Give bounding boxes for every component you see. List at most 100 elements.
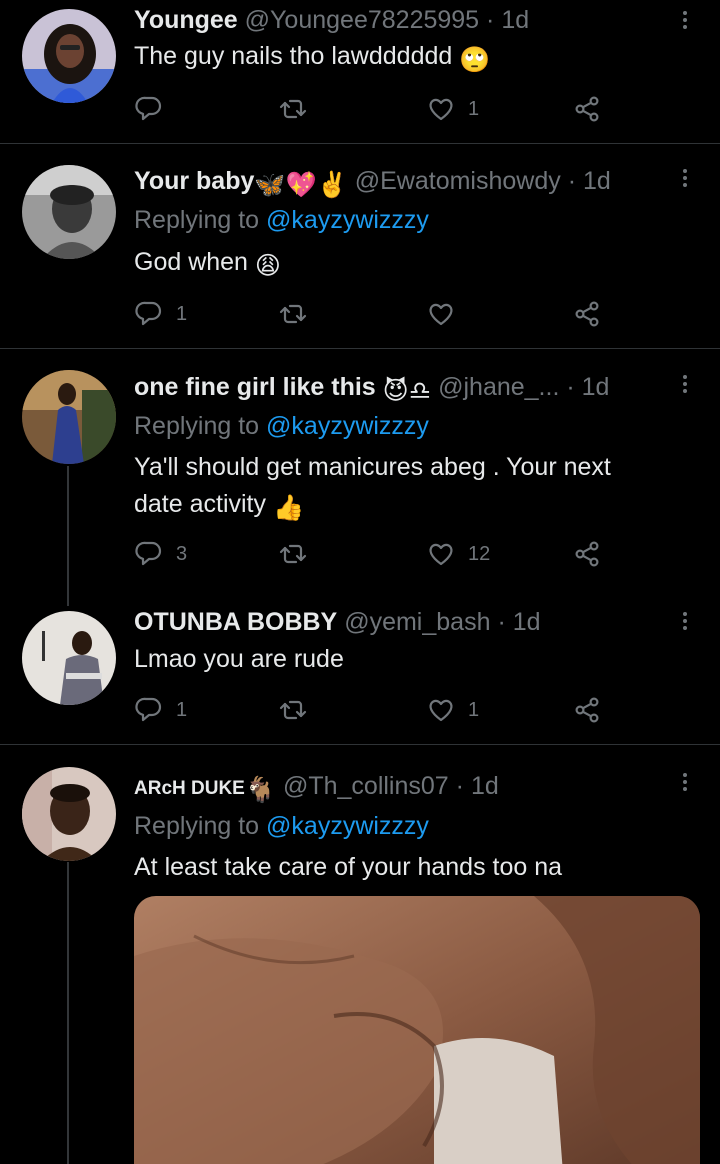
retweet-icon (279, 304, 307, 324)
reply-button[interactable]: 3 (134, 537, 187, 571)
avatar[interactable] (22, 611, 116, 705)
tweet-text: At least take care of your hands too na (134, 853, 563, 881)
thumbs-up-emoji: 👍 (272, 494, 305, 522)
like-icon (429, 543, 453, 566)
like-button[interactable]: 1 (426, 92, 479, 126)
handle[interactable]: @Th_collins07 (283, 772, 449, 800)
display-name[interactable]: Youngee (134, 6, 238, 34)
display-name[interactable]: one fine girl like this (134, 373, 376, 401)
thread-line (67, 862, 69, 1164)
replying-to-label: Replying to (134, 812, 260, 840)
like-count: 1 (468, 698, 480, 721)
like-icon (429, 303, 453, 326)
reply-icon (135, 301, 162, 326)
more-icon[interactable] (680, 770, 690, 796)
tweet-body: The guy nails tho lawdddddd 🙄 (134, 38, 680, 79)
replying-to-label: Replying to (134, 206, 260, 234)
like-icon (429, 699, 453, 722)
name-emojis: 😈♎ (382, 377, 432, 405)
tweet-actions: 1 (134, 92, 614, 126)
handle[interactable]: @Youngee78225995 (245, 6, 479, 34)
handle[interactable]: @yemi_bash (344, 608, 490, 636)
share-button[interactable] (572, 297, 602, 331)
separator: · (455, 772, 464, 800)
tweet-header: ARcH DUKE🐐 @Th_collins07 · 1d (134, 770, 660, 806)
separator: · (566, 373, 575, 401)
avatar[interactable] (22, 9, 116, 103)
mention-link[interactable]: @kayzywizzzy (266, 812, 429, 840)
weary-face-emoji: 😩 (254, 252, 281, 280)
retweet-button[interactable] (278, 693, 320, 727)
like-button[interactable]: 12 (426, 537, 490, 571)
share-icon (575, 697, 599, 723)
tweet-body: Ya'll should get manicures abeg . Your n… (134, 449, 680, 527)
like-button[interactable] (426, 297, 468, 331)
more-icon[interactable] (680, 609, 690, 635)
tweet-text: God when (134, 248, 248, 276)
timestamp[interactable]: 1d (501, 6, 529, 34)
tweet-body: God when 😩 (134, 244, 680, 285)
replying-to: Replying to @kayzywizzzy (134, 204, 429, 236)
handle[interactable]: @jhane_... (438, 373, 559, 401)
tweet-text: Lmao you are rude (134, 645, 344, 673)
reply-button[interactable]: 1 (134, 693, 187, 727)
tweet-header: Youngee @Youngee78225995 · 1d (134, 4, 660, 36)
tweet-media-image[interactable] (134, 896, 700, 1164)
goat-emoji: 🐐 (244, 776, 276, 804)
tweet-header: OTUNBA BOBBY @yemi_bash · 1d (134, 606, 660, 638)
share-button[interactable] (572, 92, 602, 126)
separator: · (497, 608, 506, 636)
reply-icon (135, 697, 162, 722)
reply-count: 3 (176, 542, 188, 565)
tweet-actions: 3 12 (134, 537, 614, 571)
separator: · (567, 167, 577, 195)
tweet-header: Your baby🦋💖✌️ @Ewatomishowdy · 1d (134, 165, 660, 201)
like-button[interactable]: 1 (426, 693, 479, 727)
like-icon (429, 98, 453, 121)
reply-button[interactable]: 1 (134, 297, 187, 331)
display-name[interactable]: ARcH DUKE (134, 778, 245, 799)
mention-link[interactable]: @kayzywizzzy (266, 206, 429, 234)
avatar[interactable] (22, 165, 116, 259)
tweet-body: Lmao you are rude (134, 641, 680, 678)
timestamp[interactable]: 1d (582, 373, 610, 401)
tweet-body: At least take care of your hands too na (134, 849, 680, 886)
divider (0, 348, 720, 349)
like-count: 12 (468, 542, 491, 565)
more-icon[interactable] (680, 372, 690, 398)
timestamp[interactable]: 1d (471, 772, 499, 800)
mention-link[interactable]: @kayzywizzzy (266, 412, 429, 440)
tweet-actions: 1 1 (134, 693, 614, 727)
share-icon (575, 96, 599, 122)
tweet-header: one fine girl like this 😈♎ @jhane_... · … (134, 371, 660, 407)
display-name[interactable]: OTUNBA BOBBY (134, 608, 337, 636)
tweet-text-line: date activity (134, 490, 267, 518)
separator: · (486, 6, 495, 34)
more-icon[interactable] (680, 166, 690, 192)
retweet-button[interactable] (278, 537, 320, 571)
retweet-icon (279, 544, 307, 564)
replying-to-label: Replying to (134, 412, 260, 440)
divider (0, 143, 720, 144)
divider (0, 744, 720, 745)
avatar[interactable] (22, 767, 116, 861)
reply-count: 1 (176, 698, 188, 721)
tweet-text: The guy nails tho lawdddddd (134, 42, 453, 70)
avatar[interactable] (22, 370, 116, 464)
more-icon[interactable] (680, 8, 690, 34)
retweet-icon (279, 99, 307, 119)
handle[interactable]: @Ewatomishowdy (355, 167, 561, 195)
share-button[interactable] (572, 537, 602, 571)
reply-button[interactable] (134, 92, 176, 126)
timestamp[interactable]: 1d (513, 608, 541, 636)
display-name[interactable]: Your baby (134, 167, 254, 195)
share-icon (575, 301, 599, 327)
retweet-button[interactable] (278, 92, 320, 126)
share-button[interactable] (572, 693, 602, 727)
retweet-button[interactable] (278, 297, 320, 331)
tweet-text-line: Ya'll should get manicures abeg . Your n… (134, 453, 611, 481)
replying-to: Replying to @kayzywizzzy (134, 410, 429, 442)
thread-line (67, 466, 69, 606)
retweet-icon (279, 700, 307, 720)
timestamp[interactable]: 1d (583, 167, 611, 195)
